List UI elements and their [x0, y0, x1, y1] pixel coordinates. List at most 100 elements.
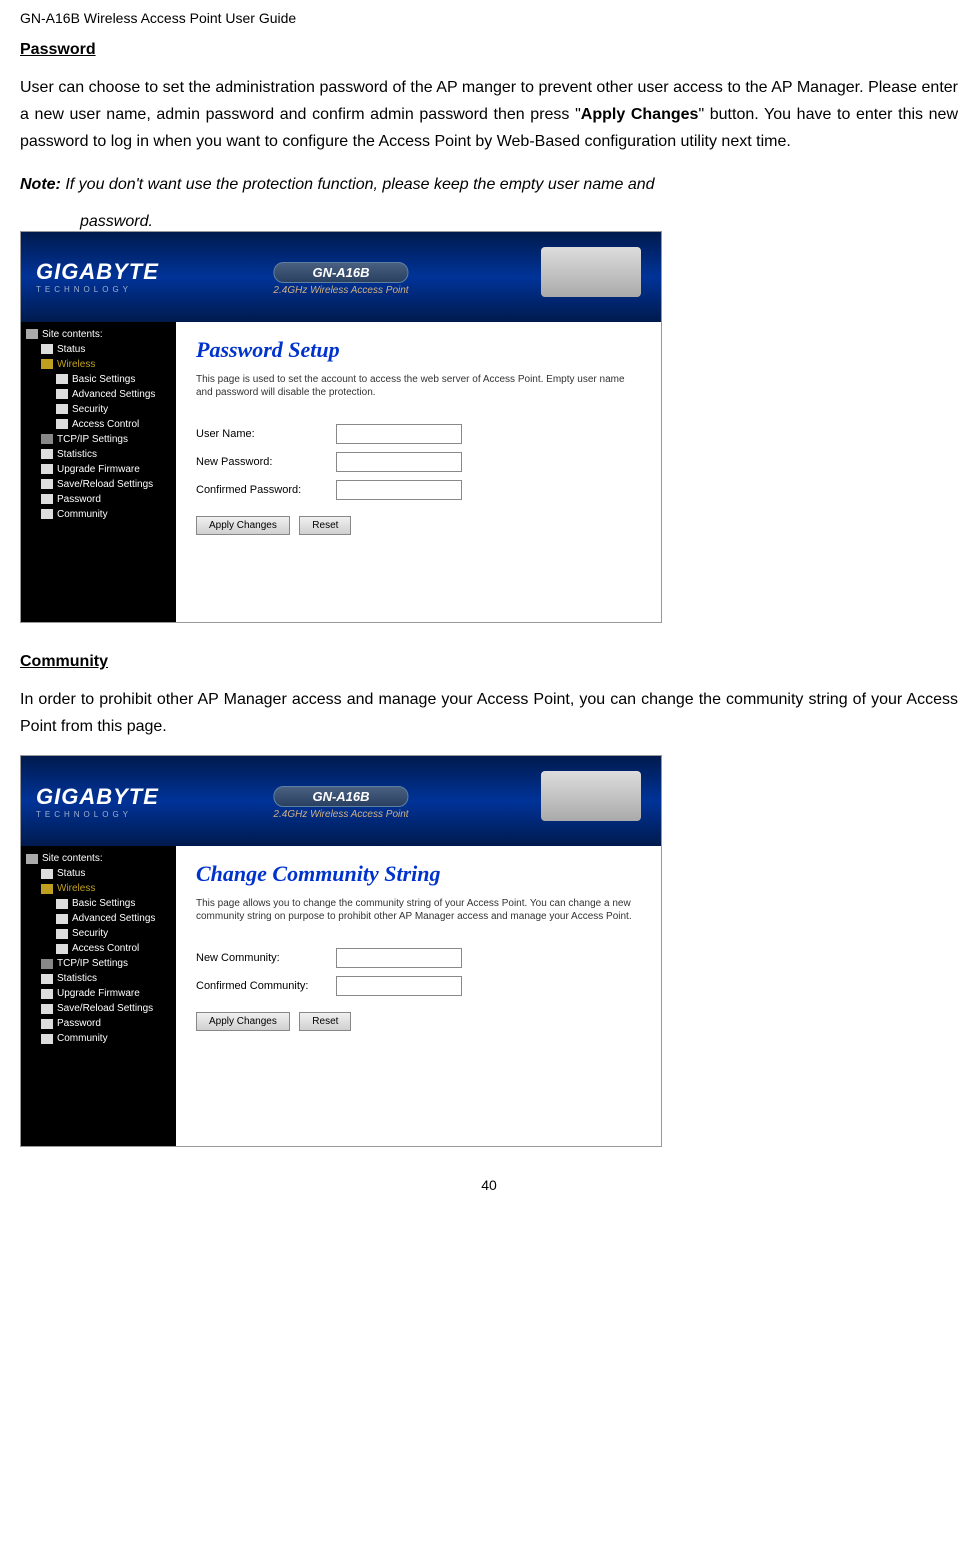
sidebar-item-access[interactable]: Access Control	[21, 941, 176, 956]
password-body: User can choose to set the administratio…	[20, 74, 958, 156]
sidebar-label: Save/Reload Settings	[57, 479, 153, 490]
reset-button[interactable]: Reset	[299, 516, 351, 535]
sidebar-item-password[interactable]: Password	[21, 492, 176, 507]
sidebar-label: Upgrade Firmware	[57, 988, 140, 999]
reset-button[interactable]: Reset	[299, 1012, 351, 1031]
sidebar-item-security[interactable]: Security	[21, 402, 176, 417]
doc-header: GN-A16B Wireless Access Point User Guide	[20, 10, 958, 26]
sidebar-label: Upgrade Firmware	[57, 464, 140, 475]
sidebar-item-access[interactable]: Access Control	[21, 417, 176, 432]
sidebar: Site contents: Status Wireless Basic Set…	[21, 846, 176, 1146]
sidebar-item-upgrade[interactable]: Upgrade Firmware	[21, 462, 176, 477]
sidebar-root-label: Site contents:	[42, 329, 103, 340]
sidebar-item-save[interactable]: Save/Reload Settings	[21, 477, 176, 492]
sidebar-label: Advanced Settings	[72, 389, 155, 400]
brand-logo: GIGABYTE	[36, 259, 159, 284]
confirmcomm-input[interactable]	[336, 976, 462, 996]
sidebar-item-status[interactable]: Status	[21, 866, 176, 881]
sidebar-label: Basic Settings	[72, 898, 135, 909]
button-row: Apply Changes Reset	[196, 1011, 641, 1031]
screenshot-header: GIGABYTE TECHNOLOGY GN-A16B 2.4GHz Wirel…	[21, 756, 661, 846]
page-icon	[41, 974, 53, 984]
sidebar-label: Access Control	[72, 419, 139, 430]
sidebar-label: Status	[57, 868, 85, 879]
page-icon	[56, 929, 68, 939]
apply-button[interactable]: Apply Changes	[196, 1012, 290, 1031]
sidebar-item-stats[interactable]: Statistics	[21, 447, 176, 462]
brand-logo: GIGABYTE	[36, 784, 159, 809]
sidebar-label: Community	[57, 1033, 108, 1044]
sidebar-item-community[interactable]: Community	[21, 507, 176, 522]
brand-sub: TECHNOLOGY	[36, 810, 159, 819]
page-icon	[56, 389, 68, 399]
device-badge: GN-A16B 2.4GHz Wireless Access Point	[273, 786, 408, 820]
sidebar-item-community[interactable]: Community	[21, 1031, 176, 1046]
sidebar-label: Access Control	[72, 943, 139, 954]
pane-desc: This page allows you to change the commu…	[196, 897, 641, 923]
screenshot-body: Site contents: Status Wireless Basic Set…	[21, 322, 661, 622]
sidebar-item-security[interactable]: Security	[21, 926, 176, 941]
page-icon	[41, 464, 53, 474]
confirm-label: Confirmed Password:	[196, 484, 336, 496]
button-row: Apply Changes Reset	[196, 515, 641, 535]
sidebar-root[interactable]: Site contents:	[21, 851, 176, 866]
confirmcomm-label: Confirmed Community:	[196, 980, 336, 992]
form-row-confirmcomm: Confirmed Community:	[196, 976, 641, 996]
apply-button[interactable]: Apply Changes	[196, 516, 290, 535]
sidebar-item-wireless[interactable]: Wireless	[21, 357, 176, 372]
page-icon	[56, 419, 68, 429]
sidebar-item-upgrade[interactable]: Upgrade Firmware	[21, 986, 176, 1001]
device-image	[541, 771, 641, 821]
confirm-input[interactable]	[336, 480, 462, 500]
sidebar-item-basic[interactable]: Basic Settings	[21, 372, 176, 387]
sidebar-item-status[interactable]: Status	[21, 342, 176, 357]
page-icon	[41, 494, 53, 504]
folder-open-icon	[41, 359, 53, 369]
sidebar-item-password[interactable]: Password	[21, 1016, 176, 1031]
sidebar-label: Advanced Settings	[72, 913, 155, 924]
sidebar-item-tcpip[interactable]: TCP/IP Settings	[21, 956, 176, 971]
form-row-newcomm: New Community:	[196, 948, 641, 968]
sidebar-label: Basic Settings	[72, 374, 135, 385]
pane-title: Change Community String	[196, 861, 641, 887]
brand-sub: TECHNOLOGY	[36, 285, 159, 294]
content-pane: Password Setup This page is used to set …	[176, 322, 661, 622]
brand-block: GIGABYTE TECHNOLOGY	[36, 784, 159, 819]
pane-desc: This page is used to set the account to …	[196, 373, 641, 399]
sidebar-label: Wireless	[57, 883, 95, 894]
sidebar-item-wireless[interactable]: Wireless	[21, 881, 176, 896]
sidebar-label: Wireless	[57, 359, 95, 370]
page-icon	[41, 449, 53, 459]
sidebar-label: Statistics	[57, 449, 97, 460]
section-title-community: Community	[20, 653, 958, 671]
page-icon	[41, 509, 53, 519]
device-model: GN-A16B	[273, 786, 408, 807]
folder-open-icon	[41, 884, 53, 894]
sidebar-root[interactable]: Site contents:	[21, 327, 176, 342]
page-icon	[56, 899, 68, 909]
page-icon	[41, 1019, 53, 1029]
device-desc: 2.4GHz Wireless Access Point	[273, 285, 408, 296]
sidebar-item-save[interactable]: Save/Reload Settings	[21, 1001, 176, 1016]
root-icon	[26, 329, 38, 339]
sidebar-item-stats[interactable]: Statistics	[21, 971, 176, 986]
sidebar-item-advanced[interactable]: Advanced Settings	[21, 911, 176, 926]
newpass-input[interactable]	[336, 452, 462, 472]
pane-title: Password Setup	[196, 337, 641, 363]
newcomm-input[interactable]	[336, 948, 462, 968]
sidebar-item-basic[interactable]: Basic Settings	[21, 896, 176, 911]
newcomm-label: New Community:	[196, 952, 336, 964]
sidebar-label: Security	[72, 928, 108, 939]
username-input[interactable]	[336, 424, 462, 444]
note-text: Note: If you don't want use the protecti…	[20, 171, 958, 198]
folder-icon	[41, 434, 53, 444]
sidebar-item-tcpip[interactable]: TCP/IP Settings	[21, 432, 176, 447]
device-badge: GN-A16B 2.4GHz Wireless Access Point	[273, 262, 408, 296]
page-icon	[41, 479, 53, 489]
newpass-label: New Password:	[196, 456, 336, 468]
form-row-username: User Name:	[196, 424, 641, 444]
sidebar-item-advanced[interactable]: Advanced Settings	[21, 387, 176, 402]
page-icon	[56, 404, 68, 414]
folder-icon	[41, 959, 53, 969]
section-title-password: Password	[20, 41, 958, 59]
